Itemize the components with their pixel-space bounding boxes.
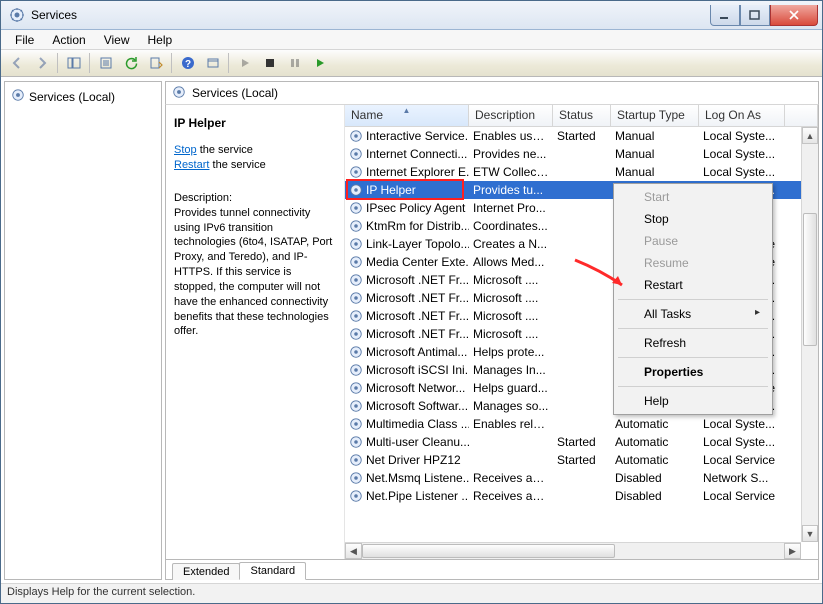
tab-extended[interactable]: Extended [172, 563, 240, 580]
scroll-left-button[interactable]: ◀ [345, 543, 362, 559]
selected-service-name: IP Helper [174, 115, 336, 131]
column-headers: ▲Name Description Status Startup Type Lo… [345, 105, 818, 127]
restart-link[interactable]: Restart [174, 159, 209, 171]
col-startup[interactable]: Startup Type [611, 105, 699, 126]
window-title: Services [31, 8, 710, 22]
description-label: Description: [174, 191, 336, 206]
vertical-scrollbar[interactable]: ▲ ▼ [801, 127, 818, 542]
start-service-button[interactable] [233, 52, 256, 75]
table-row[interactable]: Internet Connecti...Provides ne...Manual… [345, 145, 818, 163]
scroll-track[interactable] [362, 543, 784, 559]
ctx-sep [618, 299, 768, 300]
ctx-sep [618, 328, 768, 329]
tree-node-services-local[interactable]: Services (Local) [7, 86, 159, 107]
ctx-all-tasks[interactable]: All Tasks [616, 303, 770, 325]
col-description[interactable]: Description [469, 105, 553, 126]
pause-service-button[interactable] [283, 52, 306, 75]
stop-service-line: Stop the service [174, 143, 336, 158]
titlebar: Services [1, 1, 822, 30]
ctx-start[interactable]: Start [616, 186, 770, 208]
toolbar-sep [228, 53, 229, 73]
forward-button[interactable] [30, 52, 53, 75]
scroll-track[interactable] [802, 144, 818, 525]
toolbar-column-chooser[interactable] [201, 52, 224, 75]
ctx-restart[interactable]: Restart [616, 274, 770, 296]
console-tree: Services (Local) [4, 81, 162, 580]
refresh-button[interactable] [119, 52, 142, 75]
view-tabs: Extended Standard [165, 560, 819, 580]
scroll-up-button[interactable]: ▲ [802, 127, 818, 144]
col-logon[interactable]: Log On As [699, 105, 785, 126]
ctx-pause[interactable]: Pause [616, 230, 770, 252]
ctx-stop[interactable]: Stop [616, 208, 770, 230]
menu-view[interactable]: View [96, 31, 138, 49]
col-status[interactable]: Status [553, 105, 611, 126]
menu-action[interactable]: Action [44, 31, 93, 49]
sort-arrow-icon: ▲ [403, 106, 411, 115]
scroll-right-button[interactable]: ▶ [784, 543, 801, 559]
status-bar: Displays Help for the current selection. [1, 583, 822, 603]
maximize-button[interactable] [740, 5, 770, 26]
scroll-thumb[interactable] [362, 544, 615, 558]
ctx-help[interactable]: Help [616, 390, 770, 412]
toolbar-sep [57, 53, 58, 73]
menu-file[interactable]: File [7, 31, 42, 49]
right-pane: Services (Local) IP Helper Stop the serv… [165, 81, 819, 580]
ctx-properties[interactable]: Properties [616, 361, 770, 383]
menu-help[interactable]: Help [140, 31, 181, 49]
pane-header-title: Services (Local) [192, 86, 278, 100]
detail-column: IP Helper Stop the service Restart the s… [166, 105, 344, 559]
ctx-refresh[interactable]: Refresh [616, 332, 770, 354]
pane-body: IP Helper Stop the service Restart the s… [165, 105, 819, 560]
table-row[interactable]: Net.Msmq Listene...Receives act...Disabl… [345, 469, 818, 487]
restart-service-button[interactable] [308, 52, 331, 75]
minimize-button[interactable] [710, 5, 740, 26]
table-row[interactable]: Multi-user Cleanu...StartedAutomaticLoca… [345, 433, 818, 451]
services-list: ▲Name Description Status Startup Type Lo… [344, 105, 818, 559]
ctx-sep [618, 386, 768, 387]
toolbar-sep [89, 53, 90, 73]
services-window: Services File Action View Help ? [0, 0, 823, 604]
export-list-button[interactable] [144, 52, 167, 75]
table-row[interactable]: Net.Pipe Listener ...Receives act...Disa… [345, 487, 818, 505]
toolbar: ? [1, 50, 822, 77]
pane-header: Services (Local) [165, 81, 819, 105]
gear-icon [172, 85, 186, 102]
window-buttons [710, 5, 818, 26]
gear-icon [11, 88, 25, 105]
show-hide-tree-button[interactable] [62, 52, 85, 75]
table-row[interactable]: Multimedia Class ...Enables rela...Autom… [345, 415, 818, 433]
horizontal-scrollbar[interactable]: ◀ ▶ [345, 542, 801, 559]
stop-service-button[interactable] [258, 52, 281, 75]
main-area: Services (Local) Services (Local) IP Hel… [1, 77, 822, 583]
back-button[interactable] [5, 52, 28, 75]
tree-node-label: Services (Local) [29, 90, 115, 104]
description-text: Provides tunnel connectivity using IPv6 … [174, 206, 336, 340]
table-row[interactable]: Interactive Service...Enables use...Star… [345, 127, 818, 145]
services-icon [9, 7, 25, 23]
scroll-down-button[interactable]: ▼ [802, 525, 818, 542]
table-row[interactable]: Internet Explorer E...ETW Collect...Manu… [345, 163, 818, 181]
toolbar-sep [171, 53, 172, 73]
close-button[interactable] [770, 5, 818, 26]
stop-link[interactable]: Stop [174, 144, 197, 156]
help-button[interactable]: ? [176, 52, 199, 75]
tab-standard[interactable]: Standard [239, 562, 306, 580]
svg-text:?: ? [184, 59, 190, 70]
ctx-sep [618, 357, 768, 358]
properties-button[interactable] [94, 52, 117, 75]
ctx-resume[interactable]: Resume [616, 252, 770, 274]
scroll-thumb[interactable] [803, 213, 817, 346]
menu-bar: File Action View Help [1, 30, 822, 50]
context-menu: Start Stop Pause Resume Restart All Task… [613, 183, 773, 415]
restart-service-line: Restart the service [174, 158, 336, 173]
col-name[interactable]: ▲Name [345, 105, 469, 126]
table-row[interactable]: Net Driver HPZ12StartedAutomaticLocal Se… [345, 451, 818, 469]
